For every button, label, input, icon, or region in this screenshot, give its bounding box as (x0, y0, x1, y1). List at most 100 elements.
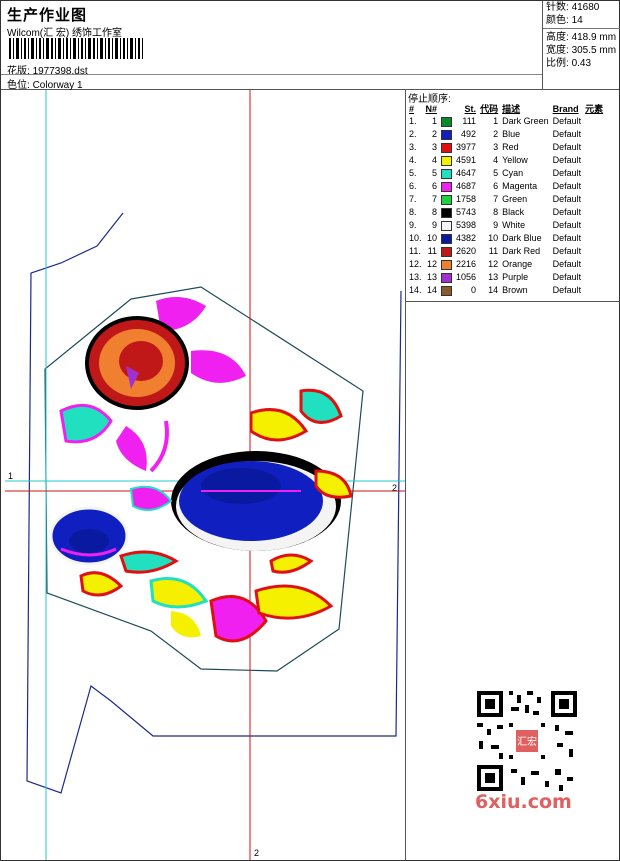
row-index: 8. (409, 207, 417, 217)
row-index: 13. (409, 272, 422, 282)
row-element (583, 219, 605, 232)
header: 生产作业图 Wilcom(汇 宏) 绣饰工作室 花版: 1977398.dst … (1, 1, 620, 91)
row-desc: Orange (502, 259, 533, 269)
row-swatch (439, 167, 454, 180)
color-swatch (441, 181, 453, 192)
row-desc: Green (502, 194, 528, 204)
col-stitches: St. (464, 103, 477, 114)
color-swatch (441, 194, 453, 205)
design-canvas[interactable]: 1 2 2 (1, 90, 405, 860)
row-element (583, 154, 605, 167)
row-n: 4 (432, 155, 438, 165)
row-element (583, 245, 605, 258)
colorway-row: 色位: Colorway 1 (7, 76, 83, 91)
company-name: Wilcom(汇 宏) 绣饰工作室 (7, 28, 122, 39)
row-brand: Default (552, 129, 582, 139)
row-desc: Black (502, 207, 525, 217)
row-index: 9. (409, 220, 417, 230)
col-swatch (439, 102, 454, 115)
color-swatch (441, 259, 453, 270)
row-stitches: 111 (462, 116, 477, 126)
barcode-image (9, 38, 143, 59)
row-brand: Default (552, 259, 582, 269)
production-worksheet: 生产作业图 Wilcom(汇 宏) 绣饰工作室 花版: 1977398.dst … (0, 0, 620, 861)
small-flower-motif (49, 506, 129, 566)
color-swatch (441, 116, 453, 127)
row-stitches: 492 (461, 129, 477, 139)
row-index: 10. (409, 233, 422, 243)
row-element (583, 258, 605, 271)
table-row: 6. 6 4687 6 Magenta Default (407, 180, 605, 193)
row-desc: White (502, 220, 526, 230)
row-element (583, 180, 605, 193)
row-desc: Dark Green (502, 116, 549, 126)
watermark-text: 6xiu.com (475, 791, 572, 813)
table-row: 11. 11 2620 11 Dark Red Default (407, 245, 605, 258)
table-row: 4. 4 4591 4 Yellow Default (407, 154, 605, 167)
row-brand: Default (552, 155, 582, 165)
color-swatch (441, 207, 453, 218)
marker-bottom: 2 (254, 848, 260, 858)
table-row: 3. 3 3977 3 Red Default (407, 141, 605, 154)
row-code: 4 (493, 155, 499, 165)
row-n: 1 (432, 116, 438, 126)
color-swatch (441, 272, 453, 283)
table-row: 10. 10 4382 10 Dark Blue Default (407, 232, 605, 245)
row-element (583, 271, 605, 284)
row-desc: Purple (502, 272, 529, 282)
row-index: 6. (409, 181, 417, 191)
row-element (583, 284, 605, 297)
row-brand: Default (552, 246, 582, 256)
row-n: 7 (432, 194, 438, 204)
col-index: # (409, 103, 415, 114)
row-index: 7. (409, 194, 417, 204)
qr-code-image: 汇宏 (471, 685, 583, 797)
row-swatch (439, 115, 454, 128)
table-header-row: # N# St. 代码 描述 Brand 元素 (407, 102, 605, 115)
row-stitches: 3977 (456, 142, 477, 152)
row-stitches: 5398 (456, 220, 477, 230)
col-element: 元素 (585, 104, 604, 114)
page-title: 生产作业图 (7, 7, 88, 24)
row-stitches: 5743 (456, 207, 477, 217)
stitch-count: 针数: 41680 (546, 2, 600, 13)
row-index: 3. (409, 142, 417, 152)
color-swatch (441, 220, 453, 231)
row-element (583, 141, 605, 154)
row-brand: Default (552, 285, 582, 295)
row-element (583, 206, 605, 219)
thread-stop-sequence: 停止顺序: # N# St. 代码 描述 Brand 元素 1. 1 111 1 Dar… (405, 90, 620, 302)
row-n: 2 (432, 129, 438, 139)
marker-right: 2 (392, 483, 398, 493)
row-n: 9 (432, 220, 438, 230)
color-swatch (441, 168, 453, 179)
table-row: 12. 12 2216 12 Orange Default (407, 258, 605, 271)
svg-text:汇宏: 汇宏 (517, 735, 537, 748)
color-swatch (441, 285, 453, 296)
row-code: 9 (493, 220, 499, 230)
col-desc: 描述 (502, 104, 521, 114)
table-row: 1. 1 111 1 Dark Green Default (407, 115, 605, 128)
row-n: 13 (427, 272, 438, 282)
row-code: 13 (488, 272, 499, 282)
row-element (583, 232, 605, 245)
divider (1, 74, 543, 75)
row-swatch (439, 245, 454, 258)
row-index: 12. (409, 259, 422, 269)
row-n: 5 (432, 168, 438, 178)
table-row: 2. 2 492 2 Blue Default (407, 128, 605, 141)
col-n: N# (425, 103, 438, 114)
row-desc: Cyan (502, 168, 524, 178)
row-desc: Brown (502, 285, 528, 295)
row-stitches: 0 (471, 285, 477, 295)
row-swatch (439, 219, 454, 232)
row-code: 7 (493, 194, 499, 204)
row-swatch (439, 154, 454, 167)
row-element (583, 128, 605, 141)
color-swatch (441, 155, 453, 166)
col-brand: Brand (552, 103, 579, 114)
color-swatch (441, 246, 453, 257)
divider (543, 28, 620, 29)
row-n: 8 (432, 207, 438, 217)
row-index: 5. (409, 168, 417, 178)
